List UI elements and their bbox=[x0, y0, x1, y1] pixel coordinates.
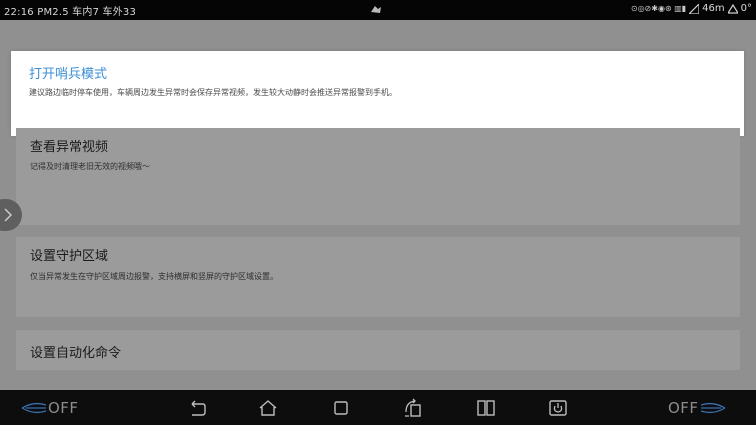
navigation-bar: OFF OFF bbox=[0, 390, 756, 425]
right-climate-status: OFF bbox=[668, 399, 699, 417]
signal-level: 0° bbox=[740, 3, 752, 14]
signal-icon bbox=[689, 3, 700, 14]
back-icon[interactable] bbox=[187, 398, 207, 418]
automation-commands-card[interactable]: 设置自动化命令 bbox=[16, 330, 740, 370]
view-abnormal-videos-title: 查看异常视频 bbox=[30, 140, 109, 155]
split-screen-icon[interactable] bbox=[476, 398, 496, 418]
sentry-mode-description: 建议路边临时停车使用，车辆周边发生异常时会保存异常视频，发生较大动静时会推送异常… bbox=[29, 88, 397, 97]
sentry-mode-card[interactable]: 打开哨兵模式 建议路边临时停车使用，车辆周边发生异常时会保存异常视频，发生较大动… bbox=[11, 51, 744, 136]
left-fan-icon bbox=[21, 402, 47, 414]
wifi-icon bbox=[727, 3, 738, 14]
home-icon[interactable] bbox=[258, 398, 278, 418]
status-indicator-icons: ⊙◎⊘✱◉⊛ ▥▮ bbox=[630, 4, 687, 13]
automation-commands-title: 设置自动化命令 bbox=[30, 346, 122, 361]
recent-apps-icon[interactable] bbox=[331, 398, 351, 418]
guard-area-description: 仅当异常发生在守护区域周边报警，支持横屏和竖屏的守护区域设置。 bbox=[30, 272, 278, 281]
clock: 22:16 bbox=[4, 7, 34, 18]
view-abnormal-videos-description: 记得及时清理老旧无效的视频哦～ bbox=[30, 162, 150, 171]
guard-area-card[interactable]: 设置守护区域 仅当异常发生在守护区域周边报警，支持横屏和竖屏的守护区域设置。 bbox=[16, 237, 740, 317]
rotate-icon[interactable] bbox=[403, 398, 423, 418]
power-icon[interactable] bbox=[548, 398, 568, 418]
air-quality: PM2.5 bbox=[37, 7, 69, 18]
app-notification-icon bbox=[371, 6, 381, 13]
status-bar: 22:16 PM2.5 车内7 车外33 ⊙◎⊘✱◉⊛ ▥▮ 46m 0° bbox=[0, 0, 756, 20]
right-fan-icon bbox=[700, 402, 725, 414]
guard-area-title: 设置守护区域 bbox=[30, 249, 109, 264]
left-climate-control[interactable]: OFF bbox=[20, 399, 79, 417]
view-abnormal-videos-card[interactable]: 查看异常视频 记得及时清理老旧无效的视频哦～ bbox=[16, 128, 740, 225]
sentry-mode-title: 打开哨兵模式 bbox=[29, 67, 108, 82]
status-left: 22:16 PM2.5 车内7 车外33 bbox=[4, 3, 136, 18]
right-climate-control[interactable]: OFF bbox=[668, 399, 727, 417]
outside-temperature: 车外33 bbox=[102, 7, 137, 18]
inside-temperature: 车内7 bbox=[72, 7, 100, 18]
status-right: ⊙◎⊘✱◉⊛ ▥▮ 46m 0° bbox=[631, 3, 752, 14]
chevron-right-icon bbox=[4, 208, 12, 222]
network-speed: 46m bbox=[702, 3, 725, 14]
left-climate-status: OFF bbox=[48, 399, 79, 417]
